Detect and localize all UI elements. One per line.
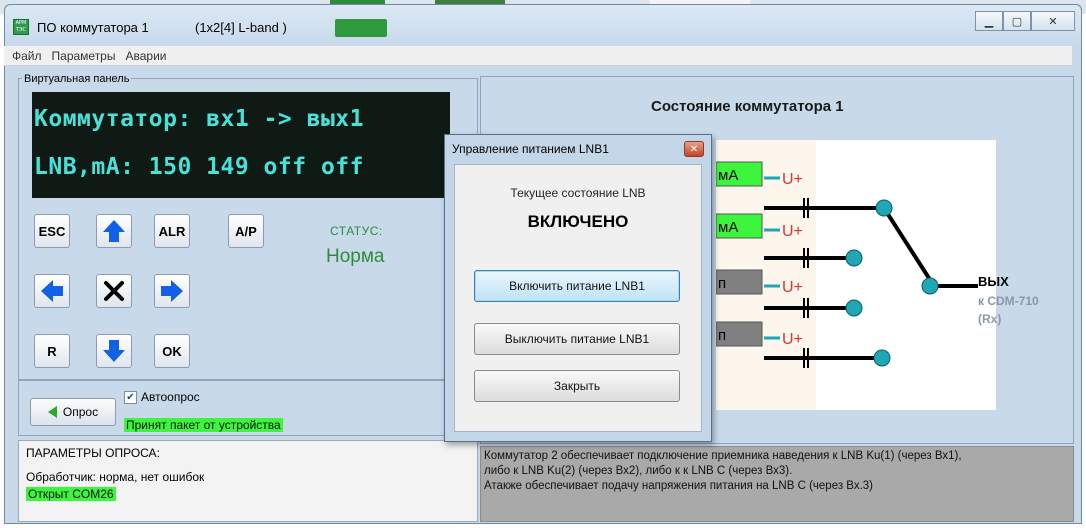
window-title: ПО коммутатора 1: [37, 20, 149, 35]
menu-file[interactable]: Файл: [12, 49, 42, 63]
ok-button[interactable]: OK: [154, 334, 190, 368]
up-button[interactable]: [96, 214, 132, 248]
minimize-button[interactable]: ▁: [975, 11, 1003, 31]
status-value: Норма: [326, 246, 385, 267]
left-button[interactable]: [34, 274, 70, 308]
close-icon: ✕: [1048, 14, 1058, 28]
voltage-label-4: U+: [782, 331, 803, 348]
lcd-display: Коммутатор: вх1 -> вых1 LNB,mA: 150 149 …: [32, 92, 450, 198]
lcd-line-1: Коммутатор: вх1 -> вых1: [34, 106, 364, 132]
x-icon: [104, 281, 124, 301]
switch-diagram: мА мА п п U+ U+ U+ U+: [715, 140, 996, 410]
status-label: СТАТУС:: [330, 224, 383, 238]
lnb-state-value: ВКЛЮЧЕНО: [527, 212, 629, 231]
arrow-up-icon: [103, 220, 125, 242]
description-line-2: либо к LNB Ku(2) (через Вх2), либо к к L…: [484, 465, 793, 477]
poll-button[interactable]: Опрос: [30, 398, 116, 426]
maximize-button[interactable]: ▢: [1003, 11, 1031, 31]
power-on-button[interactable]: Включить питание LNB1: [474, 270, 680, 302]
description-line-3: Атакже обеспечивает подачу напряжения пи…: [484, 480, 874, 492]
voltage-label-2: U+: [782, 223, 803, 240]
close-button[interactable]: ✕: [1031, 11, 1075, 31]
minimize-icon: ▁: [984, 14, 994, 28]
switch-state-title: Состояние коммутатора 1: [651, 98, 844, 115]
alr-button[interactable]: ALR: [154, 214, 190, 248]
power-off-button[interactable]: Выключить питание LNB1: [474, 323, 680, 355]
switch-arm: [882, 206, 936, 288]
title-green-block: [335, 19, 387, 37]
dialog-close-button[interactable]: ✕: [684, 141, 704, 157]
autopoll-label: Автоопрос: [141, 390, 200, 404]
menu-bar: Файл Параметры Аварии: [4, 46, 1072, 66]
params-handler: Обработчик: норма, нет ошибок: [26, 470, 205, 484]
right-button[interactable]: [154, 274, 190, 308]
lnb-state-caption: Текущее состояние LNB: [510, 186, 646, 200]
input-box-4-label: п: [718, 327, 726, 344]
dialog-title: Управление питанием LNB1: [452, 142, 609, 156]
node-output: [921, 277, 939, 295]
menu-parameters[interactable]: Параметры: [52, 49, 116, 63]
ap-button[interactable]: A/P: [228, 214, 264, 248]
app-icon: АРМ ТЭС: [13, 19, 29, 35]
title-bar[interactable]: АРМ ТЭС ПО коммутатора 1 (1x2[4] L-band …: [5, 5, 1081, 49]
virtual-panel-label: Виртуальная панель: [22, 73, 132, 85]
output-label: ВЫХ: [978, 274, 1009, 289]
input-box-2-label: мА: [718, 219, 738, 236]
window-subtitle: (1x2[4] L-band ): [195, 20, 287, 35]
autopoll-checkbox[interactable]: ✔ Автоопрос: [124, 390, 200, 404]
down-button[interactable]: [96, 334, 132, 368]
arrow-left-icon: [41, 280, 63, 302]
switch-diagram-svg: мА мА п п U+ U+ U+ U+: [715, 140, 978, 410]
maximize-icon: ▢: [1011, 14, 1023, 28]
node-3: [845, 299, 863, 317]
r-button[interactable]: R: [34, 334, 70, 368]
cancel-button[interactable]: [96, 274, 132, 308]
lcd-line-2: LNB,mA: 150 149 off off: [34, 154, 364, 180]
poll-button-label: Опрос: [62, 405, 99, 419]
node-2: [845, 249, 863, 267]
node-1: [875, 199, 893, 217]
arrow-down-icon: [103, 340, 125, 362]
dialog-close-text-button[interactable]: Закрыть: [474, 370, 680, 402]
params-title: ПАРАМЕТРЫ ОПРОСА:: [26, 446, 160, 460]
packet-status: Принят пакет от устройства: [124, 418, 283, 432]
output-destination: к CDM-710: [978, 294, 1039, 308]
voltage-label-3: U+: [782, 279, 803, 296]
input-box-3-label: п: [718, 275, 726, 292]
input-box-1-label: мА: [718, 167, 738, 184]
voltage-label-1: U+: [782, 171, 803, 188]
checkmark-icon: ✔: [124, 390, 137, 404]
play-left-icon: [47, 406, 57, 418]
menu-alarms[interactable]: Аварии: [125, 49, 166, 63]
description-line-1: Коммутатор 2 обеспечивает подключение пр…: [484, 450, 962, 462]
close-icon: ✕: [689, 143, 699, 155]
node-4: [873, 349, 891, 367]
arrow-right-icon: [161, 280, 183, 302]
output-destination-mode: (Rx): [978, 312, 1002, 326]
window-controls: ▁ ▢ ✕: [975, 11, 1075, 31]
params-port: Открыт COM26: [26, 487, 116, 501]
esc-button[interactable]: ESC: [34, 214, 70, 248]
